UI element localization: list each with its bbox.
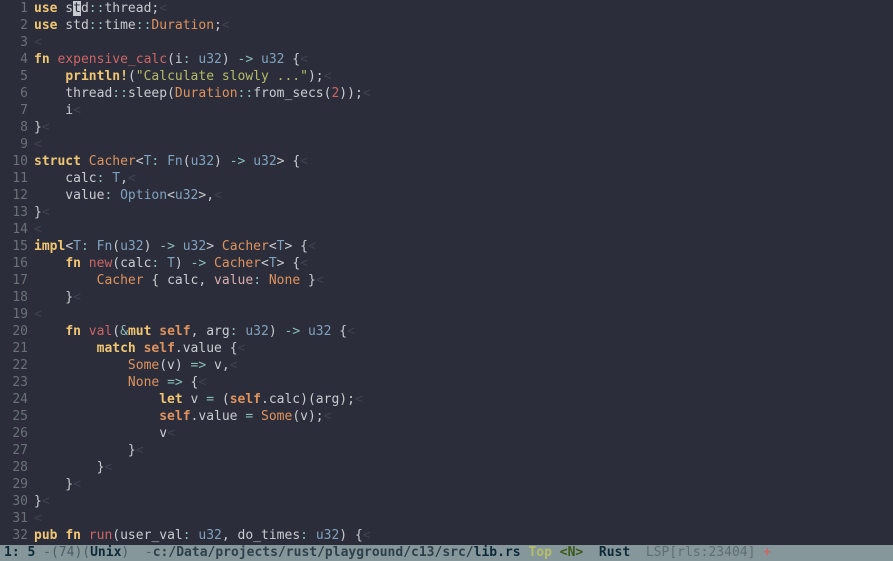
code-line[interactable]: i< [34, 102, 893, 119]
file-path: c:/Data/projects/rust/playground/c13/src… [153, 545, 474, 561]
modified-flag: + [763, 545, 771, 561]
code-line[interactable]: }< [34, 493, 893, 510]
line-number: 1 [0, 0, 28, 17]
line-number: 24 [0, 391, 28, 408]
line-number: 5 [0, 68, 28, 85]
code-line[interactable]: fn new(calc: T) -> Cacher<T> {< [34, 255, 893, 272]
code-area[interactable]: 1234567891011121314151617181920212223242… [0, 0, 893, 545]
line-number: 7 [0, 102, 28, 119]
line-number: 11 [0, 170, 28, 187]
line-number: 19 [0, 306, 28, 323]
code-line[interactable]: thread::sleep(Duration::from_secs(2));< [34, 85, 893, 102]
sp4 [630, 545, 646, 561]
code-line[interactable]: None => {< [34, 374, 893, 391]
separator: - [137, 545, 153, 561]
code-line[interactable]: println!("Calculate slowly ...");< [34, 68, 893, 85]
line-number: 16 [0, 255, 28, 272]
line-number: 29 [0, 476, 28, 493]
code-line[interactable]: pub fn run(user_val: u32, do_times: u32)… [34, 527, 893, 544]
code-line[interactable]: value: Option<u32>,< [34, 187, 893, 204]
status-line: 1: 5 -(74)(Unix) -c:/Data/projects/rust/… [0, 545, 893, 561]
line-number: 20 [0, 323, 28, 340]
line-number: 8 [0, 119, 28, 136]
line-number: 17 [0, 272, 28, 289]
cursor-position: 1: 5 [4, 545, 43, 561]
paren-close: ) [121, 545, 137, 561]
code-line[interactable]: fn val(&mut self, arg: u32) -> u32 {< [34, 323, 893, 340]
code-line[interactable]: struct Cacher<T: Fn(u32) -> u32> {< [34, 153, 893, 170]
code-line[interactable]: use std::time::Duration;< [34, 17, 893, 34]
line-number: 10 [0, 153, 28, 170]
vim-mode: <N> [560, 545, 583, 561]
line-number: 26 [0, 425, 28, 442]
line-number: 27 [0, 442, 28, 459]
file-encoding: Unix [90, 545, 121, 561]
line-number: 22 [0, 357, 28, 374]
line-number: 31 [0, 510, 28, 527]
code-line[interactable]: fn expensive_calc(i: u32) -> u32 {< [34, 51, 893, 68]
code-line[interactable]: Some(v) => v,< [34, 357, 893, 374]
editor-frame: 1234567891011121314151617181920212223242… [0, 0, 893, 561]
line-number: 9 [0, 136, 28, 153]
sp5 [755, 545, 763, 561]
change-count: -(74) [43, 545, 82, 561]
line-number: 30 [0, 493, 28, 510]
code-line[interactable]: < [34, 136, 893, 153]
code-line[interactable]: < [34, 221, 893, 238]
code-line[interactable]: self.value = Some(v);< [34, 408, 893, 425]
source-code[interactable]: use std::thread;<use std::time::Duration… [34, 0, 893, 545]
file-name: lib.rs [474, 545, 521, 561]
scroll-position: Top [528, 545, 551, 561]
sp2 [552, 545, 560, 561]
line-number: 14 [0, 221, 28, 238]
code-line[interactable]: < [34, 306, 893, 323]
code-line[interactable]: }< [34, 442, 893, 459]
line-number: 15 [0, 238, 28, 255]
line-number: 3 [0, 34, 28, 51]
line-number-gutter: 1234567891011121314151617181920212223242… [0, 0, 34, 545]
code-line[interactable]: }< [34, 119, 893, 136]
line-number: 13 [0, 204, 28, 221]
code-line[interactable]: calc: T,< [34, 170, 893, 187]
sp3 [583, 545, 599, 561]
code-line[interactable]: use std::thread;< [34, 0, 893, 17]
line-number: 4 [0, 51, 28, 68]
code-line[interactable]: v< [34, 425, 893, 442]
line-number: 23 [0, 374, 28, 391]
lsp-status: LSP[rls:23404] [646, 545, 756, 561]
code-line[interactable]: }< [34, 476, 893, 493]
line-number: 25 [0, 408, 28, 425]
line-number: 2 [0, 17, 28, 34]
sp1 [521, 545, 529, 561]
paren-open: ( [82, 545, 90, 561]
line-number: 12 [0, 187, 28, 204]
code-line[interactable]: Cacher { calc, value: None }< [34, 272, 893, 289]
code-line[interactable]: < [34, 34, 893, 51]
code-line[interactable]: < [34, 510, 893, 527]
code-line[interactable]: let v = (self.calc)(arg);< [34, 391, 893, 408]
line-number: 32 [0, 527, 28, 544]
line-number: 21 [0, 340, 28, 357]
code-line[interactable]: match self.value {< [34, 340, 893, 357]
code-line[interactable]: }< [34, 204, 893, 221]
line-number: 18 [0, 289, 28, 306]
code-line[interactable]: }< [34, 459, 893, 476]
code-line[interactable]: impl<T: Fn(u32) -> u32> Cacher<T> {< [34, 238, 893, 255]
filetype: Rust [599, 545, 630, 561]
line-number: 6 [0, 85, 28, 102]
code-line[interactable]: }< [34, 289, 893, 306]
line-number: 28 [0, 459, 28, 476]
